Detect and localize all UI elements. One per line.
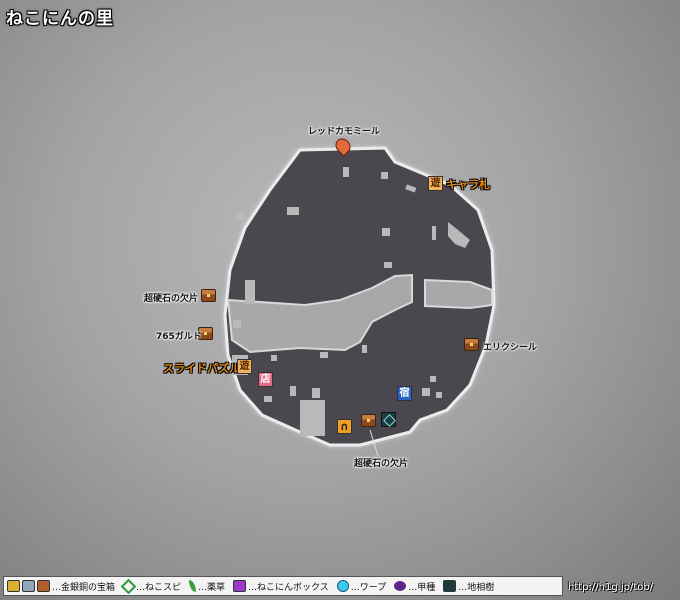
earth-tree-legend-icon (443, 580, 457, 592)
earth-tree-icon[interactable] (381, 412, 396, 427)
legend-chest: …金銀銅の宝箱 (52, 582, 116, 593)
nekospi-icon (120, 578, 137, 594)
shop-icon[interactable]: 店 (258, 372, 273, 387)
exit-gate-icon[interactable]: ∩ (337, 419, 352, 434)
area-map (223, 146, 496, 447)
play-spot-icon[interactable]: 遊 (237, 359, 252, 374)
page-title: ねこにんの里 (6, 9, 114, 29)
treasure-chest-icon[interactable] (361, 414, 376, 427)
silver-chest-icon (22, 580, 35, 592)
label-red-chamomile: レッドカモミール (308, 127, 381, 137)
legend-earth-tree: …地相樹 (458, 582, 495, 593)
warp-icon (336, 580, 349, 592)
treasure-chest-icon[interactable] (464, 338, 479, 351)
label-chest-left-2: 765ガルド (156, 332, 202, 342)
map-stage: ねこにんの里 レッドカモミール 遊 キャラ札 超硬石の欠片 765ガルド スライ… (0, 0, 680, 600)
source-url: http://h1g.jp/tob/ (568, 582, 654, 593)
label-slide-puzzle: スライドパズル (163, 362, 240, 375)
legend-herb: …薬草 (198, 582, 226, 593)
beetle-icon (394, 581, 407, 591)
legend-bar: …金銀銅の宝箱 …ねこスピ …薬草 …ねこにんボックス …ワープ …甲種 …地相… (0, 574, 680, 600)
gold-chest-icon (7, 580, 20, 592)
legend-nekospi: …ねこスピ (136, 582, 182, 593)
label-chara-fuda: キャラ札 (446, 178, 490, 191)
label-chest-left-1: 超硬石の欠片 (144, 294, 199, 304)
label-elixir: エリクシール (483, 343, 538, 353)
nekonin-box-icon (233, 580, 247, 592)
legend-beetle: …甲種 (408, 582, 436, 593)
herb-icon (189, 580, 197, 592)
legend-box: …金銀銅の宝箱 …ねこスピ …薬草 …ねこにんボックス …ワープ …甲種 …地相… (3, 576, 563, 596)
legend-warp: …ワープ (350, 582, 387, 593)
play-spot-icon[interactable]: 遊 (428, 176, 443, 191)
label-chest-bottom: 超硬石の欠片 (354, 459, 409, 469)
bronze-chest-icon (37, 580, 50, 592)
treasure-chest-icon[interactable] (201, 289, 216, 302)
inn-icon[interactable]: 宿 (397, 386, 412, 401)
legend-nekonin-box: …ねこにんボックス (248, 582, 329, 593)
